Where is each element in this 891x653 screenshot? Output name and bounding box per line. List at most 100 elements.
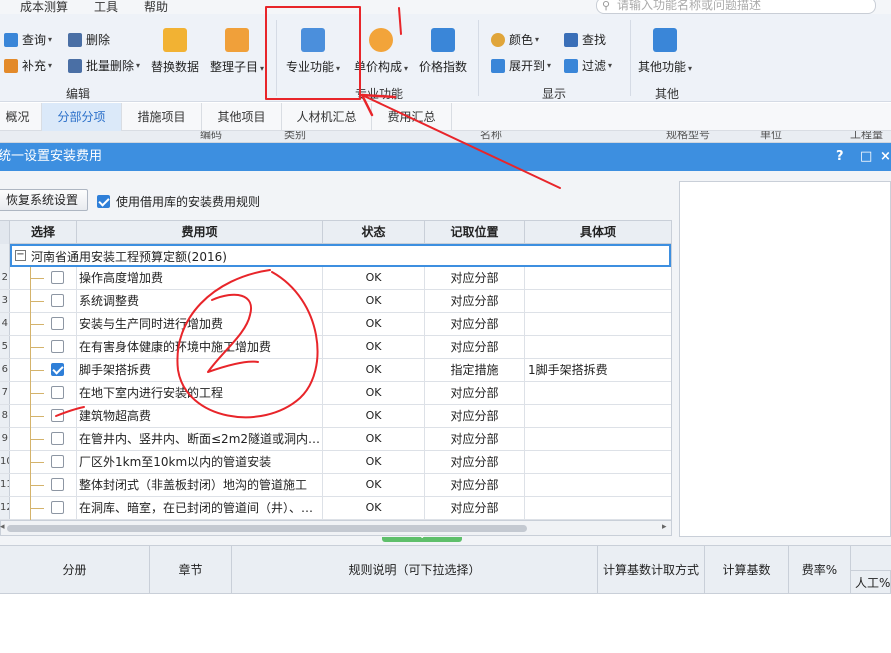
table-row[interactable]: 建筑物超高费 OK 对应分部 [0,405,671,428]
query-button[interactable]: 查询 ▾ [4,31,52,48]
col-fee-item: 费用项 [77,221,323,244]
table-row[interactable]: 在有害身体健康的环境中施工增加费 OK 对应分部 [0,336,671,359]
other-function-label: 其他功能 [638,60,687,74]
organize-items-button[interactable]: 整理子目 ▾ [210,28,264,75]
pro-group-label: 专业功能 [355,87,404,101]
tab-overview[interactable]: 概况 [0,103,42,131]
detail-cell[interactable] [525,313,671,336]
use-library-checkbox[interactable] [97,195,110,208]
organize-items-label: 整理子目 [210,60,259,74]
row-checkbox[interactable] [51,478,64,491]
splitter[interactable] [0,530,891,545]
find-button[interactable]: 查找 [564,31,606,48]
table-row[interactable]: 安装与生产同时进行增加费 OK 对应分部 [0,313,671,336]
scroll-left-icon[interactable]: ◂ [0,522,5,532]
row-checkbox[interactable] [51,409,64,422]
horizontal-scrollbar[interactable]: ◂ ▸ [0,520,672,536]
scrollbar-thumb[interactable] [7,525,527,532]
detail-cell[interactable] [525,267,671,290]
col-labor-percent: 人工% [851,570,891,594]
unit-price-button[interactable]: 单价构成 ▾ [354,28,408,75]
position-cell[interactable]: 对应分部 [425,428,525,451]
pro-function-button[interactable]: 专业功能 ▾ [286,28,340,75]
close-icon[interactable]: × [880,143,891,171]
row-checkbox[interactable] [51,294,64,307]
position-cell[interactable]: 指定措施 [425,359,525,382]
menu-help[interactable]: 帮助 [144,0,168,15]
detail-cell[interactable] [525,497,671,520]
scroll-right-icon[interactable]: ▸ [662,522,667,532]
maximize-icon[interactable]: □ [860,143,872,171]
use-library-rule-option[interactable]: 使用借用库的安装费用规则 [97,193,260,210]
row-checkbox[interactable] [51,386,64,399]
supplement-button[interactable]: 补充 ▾ [4,57,52,74]
table-row[interactable]: 操作高度增加费 OK 对应分部 [0,267,671,290]
tree-line [30,370,44,371]
position-cell[interactable]: 对应分部 [425,474,525,497]
batch-delete-label: 批量删除 [86,59,135,73]
delete-button[interactable]: 删除 [68,31,110,48]
tab-measures[interactable]: 措施项目 [122,103,202,131]
position-cell[interactable]: 对应分部 [425,290,525,313]
row-checkbox[interactable] [51,340,64,353]
position-cell[interactable]: 对应分部 [425,405,525,428]
table-row[interactable]: 厂区外1km至10km以内的管道安装 OK 对应分部 [0,451,671,474]
row-checkbox[interactable] [51,271,64,284]
batch-delete-button[interactable]: 批量删除 ▾ [68,57,140,74]
position-cell[interactable]: 对应分部 [425,451,525,474]
group-row[interactable]: − 河南省通用安装工程预算定额(2016) [10,244,671,267]
query-label: 查询 [22,33,47,47]
filter-button[interactable]: 过滤 ▾ [564,57,612,74]
detail-cell[interactable] [525,382,671,405]
dialog-title-bar[interactable]: 统一设置安装费用 ? □ × [0,143,891,171]
position-cell[interactable]: 对应分部 [425,382,525,405]
row-checkbox[interactable] [51,501,64,514]
status-cell: OK [323,405,425,428]
detail-cell[interactable] [525,405,671,428]
position-cell[interactable]: 对应分部 [425,267,525,290]
position-cell[interactable]: 对应分部 [425,313,525,336]
select-cell [10,267,77,290]
detail-cell[interactable] [525,451,671,474]
row-checkbox[interactable] [51,432,64,445]
help-icon[interactable]: ? [836,143,844,171]
table-row[interactable]: 在管井内、竖井内、断面≤2m2隧道或洞内… OK 对应分部 [0,428,671,451]
tab-labor-material-summary[interactable]: 人材机汇总 [282,103,372,131]
row-checkbox[interactable] [51,317,64,330]
replace-data-button[interactable]: 替换数据 [151,28,199,75]
menu-tools[interactable]: 工具 [94,0,118,15]
row-checkbox[interactable] [51,363,64,376]
collapse-icon[interactable]: − [15,250,26,261]
table-row[interactable]: 脚手架搭拆费 OK 指定措施 1脚手架搭拆费 [0,359,671,382]
detail-cell[interactable] [525,428,671,451]
expand-to-button[interactable]: 展开到 ▾ [491,57,551,74]
detail-cell[interactable]: 1脚手架搭拆费 [525,359,671,382]
price-index-button[interactable]: 价格指数 [419,28,467,75]
menu-cost-estimate[interactable]: 成本测算 [20,0,68,15]
restore-system-settings-button[interactable]: 恢复系统设置 [0,189,88,211]
detail-cell[interactable] [525,336,671,359]
table-row[interactable]: 系统调整费 OK 对应分部 [0,290,671,313]
col-base: 计算基数 [705,546,789,594]
detail-cell[interactable] [525,290,671,313]
splitter-grip[interactable] [382,530,462,542]
expand-to-label: 展开到 [509,59,546,73]
table-row[interactable]: 整体封闭式（非盖板封闭）地沟的管道施工 OK 对应分部 [0,474,671,497]
tree-line [30,278,44,279]
status-cell: OK [323,267,425,290]
table-row[interactable]: 在地下室内进行安装的工程 OK 对应分部 [0,382,671,405]
tree-line [30,324,44,325]
position-cell[interactable]: 对应分部 [425,497,525,520]
other-function-button[interactable]: 其他功能 ▾ [638,28,692,75]
use-library-label: 使用借用库的安装费用规则 [116,195,261,209]
tab-other-items[interactable]: 其他项目 [202,103,282,131]
row-checkbox[interactable] [51,455,64,468]
table-row[interactable]: 在洞库、暗室，在已封闭的管道间（井）、… OK 对应分部 [0,497,671,520]
tab-sub-items[interactable]: 分部分项 [42,103,122,131]
select-cell [10,313,77,336]
position-cell[interactable]: 对应分部 [425,336,525,359]
tab-fee-summary[interactable]: 费用汇总 [372,103,452,131]
function-search-input[interactable]: ⚲ 请输入功能名称或问题描述 [596,0,876,14]
color-button[interactable]: 颜色 ▾ [491,31,539,48]
detail-cell[interactable] [525,474,671,497]
